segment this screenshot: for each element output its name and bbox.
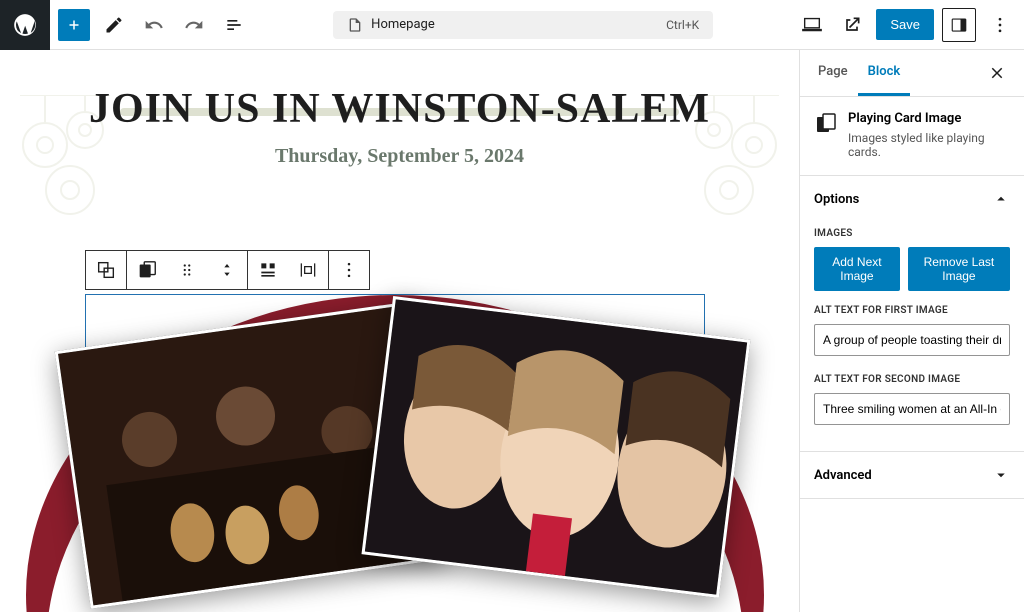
tab-block[interactable]: Block	[858, 50, 911, 96]
panel-options: Options IMAGES Add Next Image Remove Las…	[800, 176, 1024, 452]
settings-sidebar: Page Block Playing Card Image Images sty…	[799, 50, 1024, 612]
block-title: Playing Card Image	[848, 111, 1010, 126]
hero-date: Thursday, September 5, 2024	[0, 145, 799, 168]
panel-advanced-title: Advanced	[814, 468, 872, 483]
content-width-button[interactable]	[288, 251, 328, 289]
pencil-icon	[104, 15, 124, 35]
add-block-button[interactable]	[58, 9, 90, 41]
playing-card-image-block[interactable]	[85, 294, 705, 612]
panel-options-title: Options	[814, 192, 859, 207]
hero-section: JOIN US IN WINSTON-SALEM Thursday, Septe…	[0, 50, 799, 168]
block-type-button[interactable]	[127, 251, 167, 289]
plus-icon	[65, 16, 83, 34]
wordpress-icon	[12, 12, 38, 38]
parent-block-icon	[95, 259, 117, 281]
external-link-button[interactable]	[836, 9, 868, 41]
align-icon	[258, 260, 278, 280]
photo-placeholder	[365, 299, 747, 594]
document-title-shortcut: Ctrl+K	[666, 18, 699, 32]
block-type-icon	[814, 111, 838, 135]
width-icon	[298, 260, 318, 280]
editor-canvas[interactable]: JOIN US IN WINSTON-SALEM Thursday, Septe…	[0, 50, 799, 612]
cards-icon	[136, 259, 158, 281]
view-button[interactable]	[796, 9, 828, 41]
drag-handle[interactable]	[167, 251, 207, 289]
chevron-up-icon	[992, 190, 1010, 208]
redo-button[interactable]	[178, 9, 210, 41]
list-icon	[224, 15, 244, 35]
alt2-input[interactable]	[814, 393, 1010, 425]
move-up-down-button[interactable]	[207, 251, 247, 289]
top-toolbar: Homepage Ctrl+K Save	[0, 0, 1024, 50]
drag-icon	[178, 261, 196, 279]
more-vertical-icon	[990, 15, 1010, 35]
panel-advanced: Advanced	[800, 452, 1024, 499]
document-overview-button[interactable]	[218, 9, 250, 41]
undo-button[interactable]	[138, 9, 170, 41]
move-updown-icon	[219, 260, 235, 280]
wordpress-logo[interactable]	[0, 0, 50, 50]
edit-mode-button[interactable]	[98, 9, 130, 41]
redo-icon	[184, 15, 204, 35]
panel-advanced-toggle[interactable]: Advanced	[800, 452, 1024, 498]
document-title-area: Homepage Ctrl+K	[258, 11, 788, 39]
main-area: JOIN US IN WINSTON-SALEM Thursday, Septe…	[0, 50, 1024, 612]
options-button[interactable]	[984, 9, 1016, 41]
page-icon	[347, 17, 363, 33]
close-icon	[988, 64, 1006, 82]
save-button[interactable]: Save	[876, 9, 934, 40]
sidebar-tabs: Page Block	[800, 50, 1024, 97]
sidebar-icon	[950, 16, 968, 34]
remove-last-image-button[interactable]: Remove Last Image	[908, 247, 1010, 291]
panel-options-toggle[interactable]: Options	[800, 176, 1024, 222]
document-title-button[interactable]: Homepage Ctrl+K	[333, 11, 713, 39]
hero-title: JOIN US IN WINSTON-SALEM	[0, 85, 799, 133]
more-vertical-icon	[339, 260, 359, 280]
close-sidebar-button[interactable]	[988, 59, 1016, 87]
chevron-down-icon	[992, 466, 1010, 484]
card-image-2[interactable]	[361, 296, 750, 598]
block-toolbar	[85, 250, 370, 290]
external-link-icon	[842, 15, 862, 35]
alt1-label: ALT TEXT FOR FIRST IMAGE	[814, 305, 1010, 316]
tab-page[interactable]: Page	[808, 50, 858, 96]
align-button[interactable]	[248, 251, 288, 289]
block-info: Playing Card Image Images styled like pl…	[800, 97, 1024, 176]
undo-icon	[144, 15, 164, 35]
select-parent-button[interactable]	[86, 251, 126, 289]
panel-options-body: IMAGES Add Next Image Remove Last Image …	[800, 228, 1024, 451]
document-title-text: Homepage	[371, 17, 435, 32]
settings-sidebar-toggle[interactable]	[942, 8, 976, 42]
block-options-button[interactable]	[329, 251, 369, 289]
alt1-input[interactable]	[814, 324, 1010, 356]
add-next-image-button[interactable]: Add Next Image	[814, 247, 900, 291]
alt2-label: ALT TEXT FOR SECOND IMAGE	[814, 374, 1010, 385]
desktop-icon	[801, 14, 823, 36]
cards-icon	[814, 111, 838, 135]
images-label: IMAGES	[814, 228, 1010, 239]
block-description: Images styled like playing cards.	[848, 131, 1010, 159]
